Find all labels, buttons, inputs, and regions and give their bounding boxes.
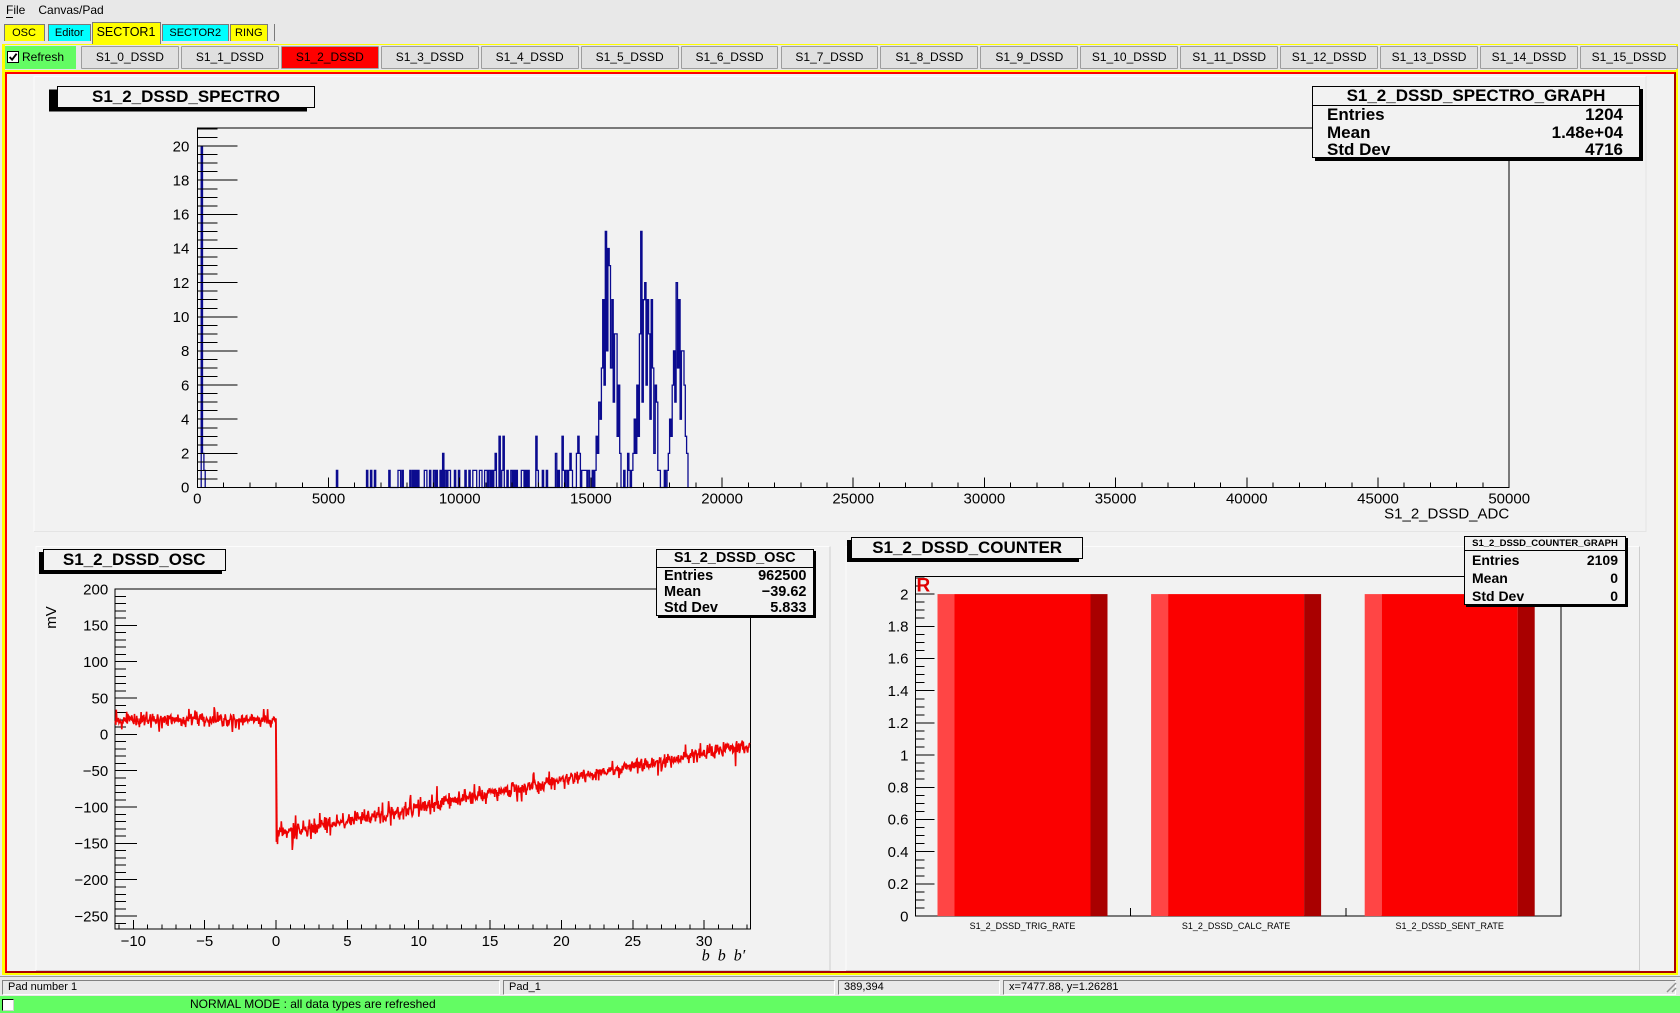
svg-text:0: 0	[272, 933, 280, 950]
svg-text:25: 25	[624, 933, 641, 950]
svg-text:0: 0	[193, 490, 201, 507]
svg-text:15: 15	[482, 933, 499, 950]
svg-text:−150: −150	[74, 835, 108, 852]
svg-text:0.4: 0.4	[888, 843, 909, 860]
svg-text:10: 10	[173, 309, 190, 326]
svg-text:4: 4	[181, 411, 189, 428]
svg-text:18: 18	[173, 172, 190, 189]
svg-text:−200: −200	[74, 871, 108, 888]
svg-text:b b b′: b b b′	[702, 947, 746, 964]
svg-text:−100: −100	[74, 799, 108, 816]
svg-text:−5: −5	[196, 933, 213, 950]
svg-text:S1_2_DSSD_SENT_RATE: S1_2_DSSD_SENT_RATE	[1396, 921, 1504, 931]
svg-text:S1_2_DSSD_TRIG_RATE: S1_2_DSSD_TRIG_RATE	[970, 921, 1076, 931]
svg-text:6: 6	[181, 377, 189, 394]
svg-text:16: 16	[173, 206, 190, 223]
svg-text:8: 8	[181, 343, 189, 360]
svg-text:0.6: 0.6	[888, 811, 909, 828]
svg-text:14: 14	[173, 240, 190, 257]
svg-text:1: 1	[900, 747, 908, 764]
svg-text:1.8: 1.8	[888, 618, 909, 635]
svg-text:0: 0	[900, 908, 908, 925]
svg-text:0: 0	[100, 726, 108, 743]
svg-text:12: 12	[173, 274, 190, 291]
svg-text:−10: −10	[121, 933, 146, 950]
svg-text:−50: −50	[83, 762, 108, 779]
svg-text:2: 2	[900, 586, 908, 603]
svg-text:10: 10	[410, 933, 427, 950]
svg-text:0.8: 0.8	[888, 779, 909, 796]
svg-text:5000: 5000	[312, 490, 345, 507]
svg-text:25000: 25000	[832, 490, 874, 507]
svg-text:5: 5	[343, 933, 351, 950]
svg-text:50: 50	[92, 690, 109, 707]
svg-text:S1_2_DSSD_ADC: S1_2_DSSD_ADC	[1384, 505, 1509, 522]
svg-text:1.2: 1.2	[888, 715, 909, 732]
svg-text:R: R	[917, 575, 931, 596]
svg-text:2: 2	[181, 445, 189, 462]
svg-text:200: 200	[83, 581, 108, 598]
svg-text:15000: 15000	[570, 490, 612, 507]
svg-text:35000: 35000	[1095, 490, 1137, 507]
svg-text:0.2: 0.2	[888, 876, 909, 893]
svg-text:S1_2_DSSD_CALC_RATE: S1_2_DSSD_CALC_RATE	[1182, 921, 1290, 931]
svg-text:100: 100	[83, 653, 108, 670]
svg-text:10000: 10000	[439, 490, 481, 507]
svg-text:150: 150	[83, 617, 108, 634]
svg-text:20: 20	[553, 933, 570, 950]
svg-text:1.4: 1.4	[888, 682, 909, 699]
svg-text:30000: 30000	[964, 490, 1006, 507]
svg-text:mV: mV	[43, 606, 60, 629]
svg-text:20000: 20000	[701, 490, 743, 507]
svg-text:0: 0	[181, 479, 189, 496]
svg-text:20: 20	[173, 138, 190, 155]
svg-text:1.6: 1.6	[888, 650, 909, 667]
svg-text:−250: −250	[74, 908, 108, 925]
svg-text:40000: 40000	[1226, 490, 1268, 507]
